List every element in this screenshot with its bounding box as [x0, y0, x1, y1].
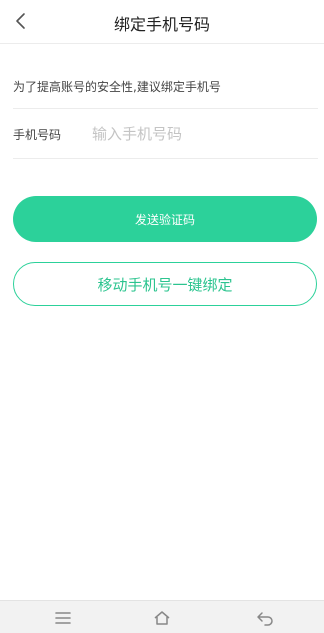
- phone-label: 手机号码: [13, 128, 62, 142]
- bind-phone-screen: 绑定手机号码 为了提高账号的安全性,建议绑定手机号 手机号码 发送验证码 移动手…: [0, 0, 324, 633]
- send-code-button[interactable]: 发送验证码: [13, 196, 317, 242]
- header-bar: 绑定手机号码: [0, 0, 324, 44]
- divider: [13, 108, 318, 109]
- divider: [13, 158, 318, 159]
- system-nav-bar: [0, 600, 324, 633]
- menu-button[interactable]: [51, 607, 75, 629]
- security-hint: 为了提高账号的安全性,建议绑定手机号: [13, 80, 221, 94]
- menu-icon: [55, 612, 71, 624]
- page-title: 绑定手机号码: [113, 15, 210, 34]
- nav-back-button[interactable]: [253, 607, 277, 629]
- home-icon: [154, 611, 170, 625]
- phone-input[interactable]: [92, 120, 312, 148]
- one-click-bind-button[interactable]: 移动手机号一键绑定: [13, 262, 317, 306]
- home-button[interactable]: [150, 607, 174, 629]
- back-icon: [257, 612, 273, 626]
